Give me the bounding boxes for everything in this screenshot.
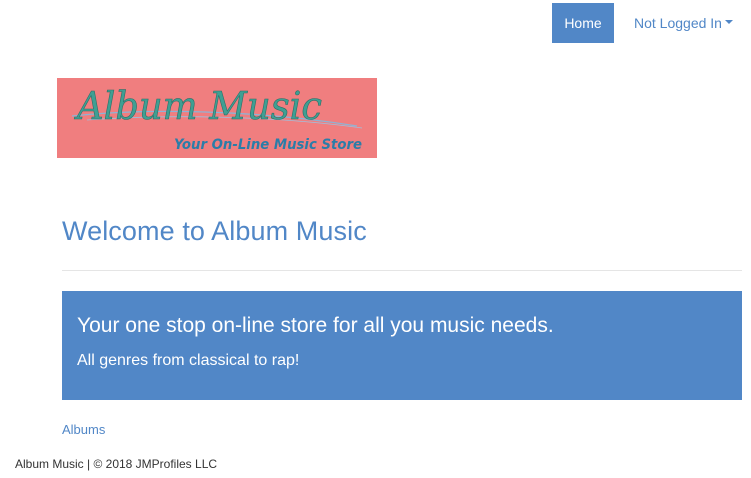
banner-lead-text: Your one stop on-line store for all you … (77, 314, 554, 337)
footer-text: Album Music | © 2018 JMProfiles LLC (15, 457, 218, 471)
heading-divider (62, 270, 742, 271)
site-logo-graphic: Album Music Your On-Line Music Store (71, 84, 363, 153)
page-title: Welcome to Album Music (62, 216, 367, 246)
banner-sub-text: All genres from classical to rap! (77, 352, 300, 369)
welcome-banner: Your one stop on-line store for all you … (62, 291, 742, 400)
user-dropdown-toggle[interactable]: Not Logged In (634, 3, 733, 43)
user-dropdown-label: Not Logged In (634, 15, 722, 31)
caret-down-icon (724, 20, 733, 25)
albums-link[interactable]: Albums (62, 422, 105, 437)
page: Home Not Logged In Album Music Your On-L… (0, 0, 751, 478)
nav-home-link[interactable]: Home (552, 3, 614, 43)
logo-tagline: Your On-Line Music Store (174, 137, 362, 153)
site-logo: Album Music Your On-Line Music Store (57, 78, 377, 158)
logo-title: Album Music (74, 84, 322, 128)
